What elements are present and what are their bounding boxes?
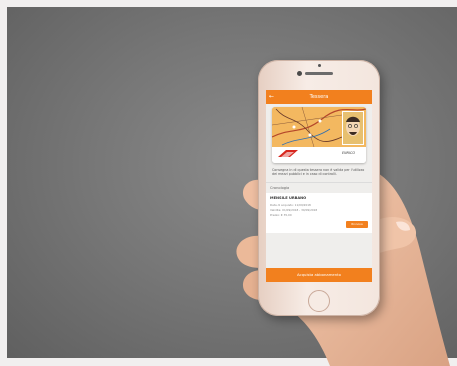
pass-detail-line: Data di acquisto: 11/09/2018 [270,203,311,207]
phone-screen: ← Tessera ENRICO Consegna in di questa t… [266,90,372,282]
transit-card: ENRICO [272,107,366,163]
hand [236,170,450,366]
pass-entry: MENSILE URBANO Data di acquisto: 11/09/2… [266,193,372,233]
renew-button[interactable]: Rinnova [346,221,368,228]
earpiece-speaker [305,72,333,75]
app-bar: ← Tessera [266,90,372,104]
home-button[interactable] [308,290,330,312]
back-arrow-icon[interactable]: ← [269,90,274,104]
front-camera-icon [297,71,302,76]
pass-title: MENSILE URBANO [270,196,307,200]
card-info-text: Consegna in di questa tessera non è vali… [272,168,365,177]
app-title: Tessera [309,94,329,100]
buy-pass-button[interactable]: Acquista abbonamento [266,268,372,282]
pass-detail-line: Validita: 01/09/2018 - 30/09/2018 [270,208,318,212]
holder-photo [342,111,364,145]
photo-scene: ← Tessera ENRICO Consegna in di questa t… [0,0,457,366]
smartphone: ← Tessera ENRICO Consegna in di questa t… [258,60,380,316]
proximity-sensor [318,64,321,67]
pass-detail-line: Prezzo: € 35,00 [270,213,292,217]
transit-logo-icon [278,150,298,157]
history-section-label: Cronologia [270,186,290,190]
cartoon-face-icon [343,112,363,144]
holder-name: ENRICO [342,151,356,155]
divider [266,182,372,183]
